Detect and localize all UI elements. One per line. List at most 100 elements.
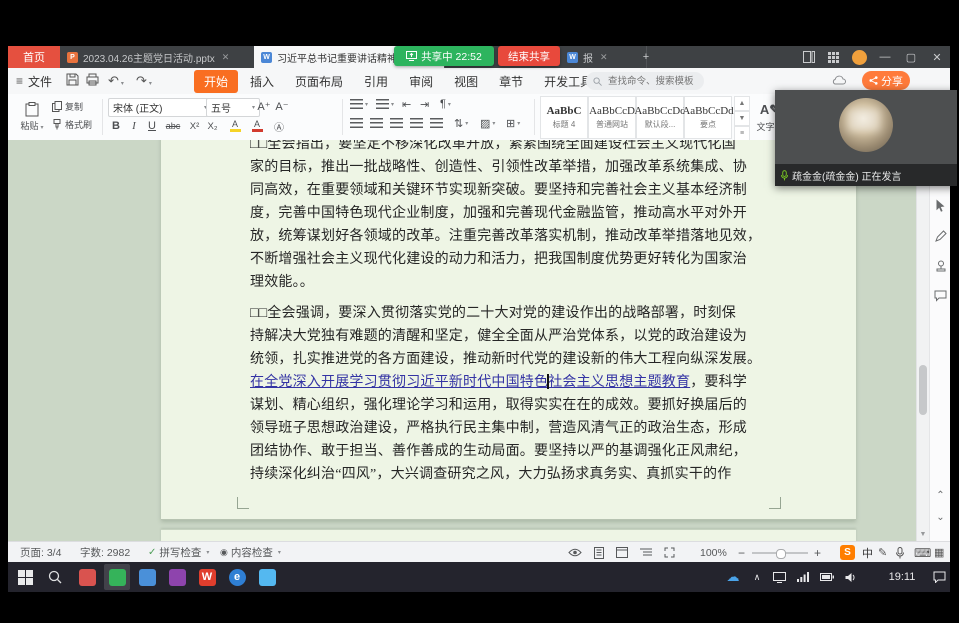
menu-tab-view[interactable]: 视图 <box>445 69 487 94</box>
full-screen-button[interactable] <box>664 542 675 563</box>
close-icon[interactable]: ✕ <box>222 52 230 63</box>
sharing-status-pill[interactable]: 共享中 22:52 <box>394 46 494 66</box>
tray-expand-button[interactable]: ∧ <box>748 562 766 592</box>
line-spacing-button[interactable]: ⇅▾ <box>454 117 468 130</box>
save-button[interactable] <box>66 73 79 89</box>
taskbar-app-3[interactable] <box>164 564 190 590</box>
speaker-video-overlay[interactable]: 疏金金(疏金金) 正在发言 <box>775 90 957 186</box>
document-area[interactable]: □□全会指出，要坚定不移深化改革开放，紧紧围绕全面建设社会主义现代化国 家的目标… <box>8 140 950 541</box>
menu-tab-sections[interactable]: 章节 <box>490 69 532 94</box>
copy-button[interactable]: 复制 <box>52 100 83 113</box>
vertical-scrollbar[interactable]: ▲ ▼ <box>916 140 929 541</box>
stop-sharing-button[interactable]: 结束共享 <box>498 46 560 66</box>
new-tab-button[interactable]: + <box>636 46 656 68</box>
style-gallery-more-button[interactable]: ≡ <box>734 126 750 141</box>
tray-notification-button[interactable] <box>928 562 950 592</box>
taskbar-app-2[interactable] <box>134 564 160 590</box>
scroll-down-button[interactable]: ▼ <box>917 529 929 541</box>
zoom-slider-knob[interactable] <box>776 549 786 559</box>
style-item-default[interactable]: AaBbCcDd 默认段... <box>636 96 684 139</box>
numbered-list-button[interactable]: ▾ <box>376 99 394 109</box>
next-page-button[interactable]: ⌄ <box>933 510 948 525</box>
tray-battery-icon[interactable] <box>816 562 838 592</box>
taskbar-app-4[interactable] <box>254 564 280 590</box>
menu-tab-review[interactable]: 审阅 <box>400 69 442 94</box>
redo-button[interactable]: ↷▾ <box>136 73 152 92</box>
start-button[interactable] <box>12 564 38 590</box>
undo-button[interactable]: ↶▾ <box>108 73 124 92</box>
subscript-button[interactable]: X₂ <box>204 117 221 135</box>
minimize-button[interactable]: — <box>872 46 898 68</box>
font-color-button[interactable]: A <box>248 117 266 135</box>
print-layout-button[interactable] <box>594 542 604 563</box>
document-tab-partial[interactable]: W 报 ✕ <box>560 46 647 68</box>
scrollbar-thumb[interactable] <box>919 365 927 415</box>
zoom-level[interactable]: 100% <box>700 542 727 563</box>
zoom-out-button[interactable]: − <box>738 542 745 563</box>
tray-volume-icon[interactable] <box>840 562 862 592</box>
maximize-button[interactable]: ▢ <box>898 46 924 68</box>
pen-tool-button[interactable] <box>933 228 948 243</box>
ime-pen-button[interactable]: ✎ <box>878 542 887 563</box>
strikethrough-button[interactable]: abc <box>162 117 184 135</box>
taskbar-app-wps[interactable]: W <box>194 564 220 590</box>
tray-network-icon[interactable] <box>792 562 814 592</box>
workspace-layout-icon[interactable] <box>796 46 822 68</box>
character-border-button[interactable]: Ⓐ <box>270 117 288 135</box>
justify-button[interactable] <box>410 118 423 128</box>
cloud-sync-icon[interactable] <box>832 73 846 88</box>
wps-home-tab[interactable]: 首页 <box>8 46 60 68</box>
style-gallery-up-button[interactable]: ▲ <box>734 96 750 111</box>
paste-button[interactable]: 粘贴▾ <box>16 97 48 137</box>
close-icon[interactable]: ✕ <box>600 52 608 63</box>
menu-tab-home[interactable]: 开始 <box>194 70 238 93</box>
underline-button[interactable]: U <box>144 117 160 135</box>
taskbar-app-edge[interactable]: e <box>224 564 250 590</box>
highlight-color-button[interactable]: A <box>226 117 244 135</box>
ime-mode-button[interactable]: 中 <box>862 542 873 563</box>
bold-button[interactable]: B <box>108 117 124 135</box>
comment-tool-button[interactable] <box>933 288 948 303</box>
distribute-button[interactable] <box>430 118 443 128</box>
taskbar-app-1[interactable] <box>74 564 100 590</box>
menu-tab-page-layout[interactable]: 页面布局 <box>286 69 352 94</box>
font-name-select[interactable]: 宋体 (正文)▾ <box>108 98 212 117</box>
command-search-box[interactable] <box>586 72 704 90</box>
decrease-font-button[interactable]: A⁻ <box>274 98 290 115</box>
share-button[interactable]: 分享 <box>862 71 910 90</box>
paragraph-mark-button[interactable]: ¶▾ <box>440 98 451 110</box>
document-tab-ppt[interactable]: P 2023.04.26主题党日活动.pptx ✕ <box>60 46 269 68</box>
bullet-list-button[interactable]: ▾ <box>350 99 368 109</box>
borders-button[interactable]: ⊞▾ <box>506 117 520 130</box>
zoom-slider[interactable] <box>752 542 808 563</box>
font-size-select[interactable]: 五号▾ <box>206 98 260 117</box>
style-item-heading4[interactable]: AaBbC 标题 4 <box>540 96 588 139</box>
align-center-button[interactable] <box>370 118 383 128</box>
shading-button[interactable]: ▨▾ <box>480 117 495 130</box>
style-gallery-down-button[interactable]: ▼ <box>734 111 750 126</box>
ime-toolbox-button[interactable]: ▦ <box>934 542 944 563</box>
increase-font-button[interactable]: A⁺ <box>256 98 272 115</box>
spell-check-button[interactable]: ✓ 拼写检查▾ <box>148 542 209 563</box>
file-menu[interactable]: ≡ 文件 <box>16 68 52 94</box>
stamp-tool-button[interactable] <box>933 258 948 273</box>
zoom-in-button[interactable]: + <box>814 542 821 563</box>
taskbar-app-meeting-active[interactable] <box>104 564 130 590</box>
style-item-keypoint[interactable]: AaBbCcDd 要点 <box>684 96 732 139</box>
ime-logo-button[interactable]: S <box>840 542 855 563</box>
web-layout-button[interactable] <box>616 542 628 563</box>
align-right-button[interactable] <box>390 118 403 128</box>
user-avatar[interactable] <box>846 46 872 68</box>
increase-indent-button[interactable]: ⇥ <box>420 98 429 111</box>
print-button[interactable] <box>86 73 99 89</box>
tray-cloud-icon[interactable]: ☁ <box>722 562 744 592</box>
cursor-tool-button[interactable] <box>933 198 948 213</box>
decrease-indent-button[interactable]: ⇤ <box>402 98 411 111</box>
tray-time[interactable]: 19:11 <box>880 562 924 592</box>
previous-page-button[interactable]: ⌃ <box>933 488 948 503</box>
menu-tab-references[interactable]: 引用 <box>355 69 397 94</box>
search-input[interactable] <box>606 75 696 88</box>
style-item-normal-web[interactable]: AaBbCcD 普通网站 <box>588 96 636 139</box>
align-left-button[interactable] <box>350 118 363 128</box>
menu-tab-insert[interactable]: 插入 <box>241 69 283 94</box>
